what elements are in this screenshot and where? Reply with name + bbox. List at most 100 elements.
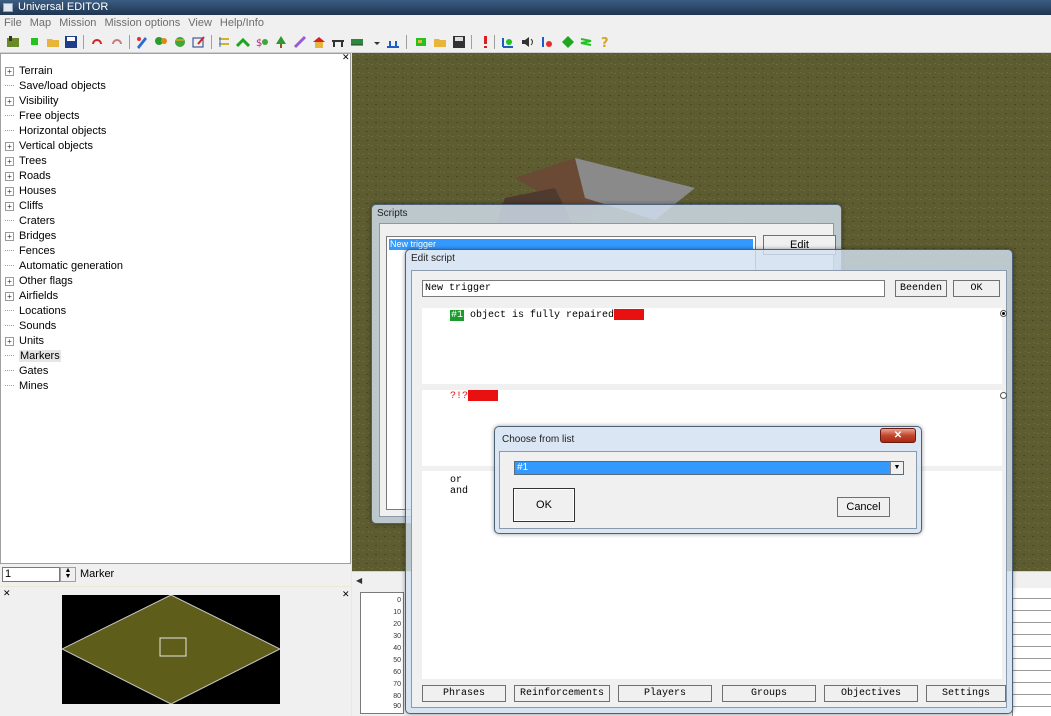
menu-map[interactable]: Map xyxy=(26,15,55,31)
expand-icon[interactable]: + xyxy=(5,141,14,151)
menu-view[interactable]: View xyxy=(184,15,216,31)
expand-icon[interactable]: + xyxy=(5,201,14,211)
expand-icon[interactable]: + xyxy=(5,336,14,346)
scroll-left-icon[interactable]: ◀ xyxy=(356,576,362,585)
close-icon[interactable]: ✕ xyxy=(3,588,11,599)
tree-item-mines[interactable]: Mines xyxy=(5,379,48,394)
toolbar-separator xyxy=(471,35,472,49)
save-icon[interactable] xyxy=(64,35,78,49)
road-icon[interactable] xyxy=(235,35,251,49)
ok-button[interactable]: OK xyxy=(953,280,1000,297)
parameter-placeholder[interactable] xyxy=(614,309,645,320)
unit-icon[interactable] xyxy=(501,35,515,49)
expand-icon[interactable]: + xyxy=(5,171,14,181)
marker-icon[interactable] xyxy=(561,35,575,49)
tree-item-gates[interactable]: Gates xyxy=(5,364,48,379)
tree-icon[interactable] xyxy=(154,35,168,49)
tree-item-airfields[interactable]: + Airfields xyxy=(5,289,58,304)
tree-item-cliffs[interactable]: + Cliffs xyxy=(5,199,43,214)
tree-item-markers[interactable]: Markers xyxy=(5,349,61,364)
close-icon[interactable]: ✕ xyxy=(880,428,916,443)
redo-icon[interactable] xyxy=(110,35,124,49)
alert-icon[interactable] xyxy=(478,35,492,49)
tree-item-visibility[interactable]: + Visibility xyxy=(5,94,59,109)
menu-mission-options[interactable]: Mission options xyxy=(100,15,184,31)
tree-item-sounds[interactable]: Sounds xyxy=(5,319,56,334)
ok-button[interactable]: OK xyxy=(513,488,575,522)
edit-icon[interactable] xyxy=(293,35,307,49)
menu-mission[interactable]: Mission xyxy=(55,15,100,31)
edit-icon[interactable] xyxy=(192,35,206,49)
tree-item-automatic-generation[interactable]: Automatic generation xyxy=(5,259,123,274)
script-name-input[interactable]: New trigger xyxy=(422,280,885,297)
house-icon[interactable] xyxy=(312,35,326,49)
save-icon[interactable] xyxy=(452,35,466,49)
menu-file[interactable]: File xyxy=(0,15,26,31)
condition-number[interactable]: #1 xyxy=(450,310,465,322)
help-icon[interactable]: ? xyxy=(599,35,613,51)
expand-icon[interactable]: + xyxy=(5,231,14,241)
expand-icon[interactable]: + xyxy=(5,276,14,286)
tree-item-craters[interactable]: Craters xyxy=(5,214,55,229)
chevron-down-icon[interactable]: ▼ xyxy=(890,462,903,474)
condition-line[interactable]: #1 object is fully repaired xyxy=(450,309,645,322)
tree-item-terrain[interactable]: + Terrain xyxy=(5,64,53,79)
house-icon[interactable] xyxy=(173,35,187,49)
undo-icon[interactable] xyxy=(90,35,104,49)
new-icon[interactable] xyxy=(28,35,42,49)
tree-item-other-flags[interactable]: + Other flags xyxy=(5,274,73,289)
tab-objectives[interactable]: Objectives xyxy=(824,685,918,702)
bridge-icon[interactable] xyxy=(350,35,364,49)
close-icon[interactable]: ✕ xyxy=(342,589,350,600)
menu-help-info[interactable]: Help/Info xyxy=(216,15,268,31)
open-folder-icon[interactable] xyxy=(433,35,447,49)
marker-number-input[interactable]: 1 xyxy=(2,567,60,582)
tree-item-houses[interactable]: + Houses xyxy=(5,184,56,199)
spinner-arrows-icon[interactable]: ▲ ▼ xyxy=(60,567,76,582)
minimap[interactable] xyxy=(60,594,282,705)
tree-item-roads[interactable]: + Roads xyxy=(5,169,51,184)
tree-item-locations[interactable]: Locations xyxy=(5,304,66,319)
expand-icon[interactable]: + xyxy=(5,96,14,106)
cancel-button[interactable]: Cancel xyxy=(837,497,890,517)
tree-icon[interactable] xyxy=(274,35,288,49)
unit-icon[interactable] xyxy=(541,35,555,49)
tab-reinforcements[interactable]: Reinforcements xyxy=(514,685,610,702)
radio-condition[interactable] xyxy=(1000,310,1007,317)
tab-groups[interactable]: Groups xyxy=(722,685,816,702)
expand-icon[interactable]: + xyxy=(5,156,14,166)
tab-settings[interactable]: Settings xyxy=(926,685,1006,702)
condition-section[interactable]: #1 object is fully repaired xyxy=(422,308,1002,384)
bridge-icon[interactable] xyxy=(331,35,345,49)
open-map-icon[interactable] xyxy=(6,35,20,49)
expand-icon[interactable]: + xyxy=(5,66,14,76)
tree-item-fences[interactable]: Fences xyxy=(5,244,55,259)
parameter-placeholder[interactable] xyxy=(468,390,499,401)
action-line[interactable]: ?!? xyxy=(450,390,499,403)
bridge-icon[interactable] xyxy=(386,35,400,49)
list-select[interactable]: #1 ▼ xyxy=(514,461,904,475)
unit-icon[interactable]: $ xyxy=(255,35,269,49)
paint-icon[interactable] xyxy=(579,35,593,49)
tree-item-free-objects[interactable]: Free objects xyxy=(5,109,80,124)
tree-item-horizontal-objects[interactable]: Horizontal objects xyxy=(5,124,106,139)
expand-icon[interactable]: + xyxy=(5,291,14,301)
radio-action[interactable] xyxy=(1000,392,1007,399)
paint-icon[interactable] xyxy=(135,35,149,49)
flag-icon[interactable] xyxy=(217,35,231,49)
close-icon[interactable]: ✕ xyxy=(342,53,350,62)
tree-item-bridges[interactable]: + Bridges xyxy=(5,229,56,244)
tree-item-units[interactable]: + Units xyxy=(5,334,44,349)
tree-item-save-load-objects[interactable]: Save/load objects xyxy=(5,79,106,94)
logic-and[interactable]: and xyxy=(450,486,468,498)
exit-button[interactable]: Beenden xyxy=(895,280,947,297)
tab-phrases[interactable]: Phrases xyxy=(422,685,506,702)
tree-item-vertical-objects[interactable]: + Vertical objects xyxy=(5,139,93,154)
chevron-down-icon[interactable] xyxy=(370,35,384,49)
new-icon[interactable] xyxy=(414,35,428,49)
expand-icon[interactable]: + xyxy=(5,186,14,196)
sound-icon[interactable] xyxy=(520,35,534,49)
tab-players[interactable]: Players xyxy=(618,685,712,702)
open-folder-icon[interactable] xyxy=(46,35,60,49)
tree-item-trees[interactable]: + Trees xyxy=(5,154,47,169)
